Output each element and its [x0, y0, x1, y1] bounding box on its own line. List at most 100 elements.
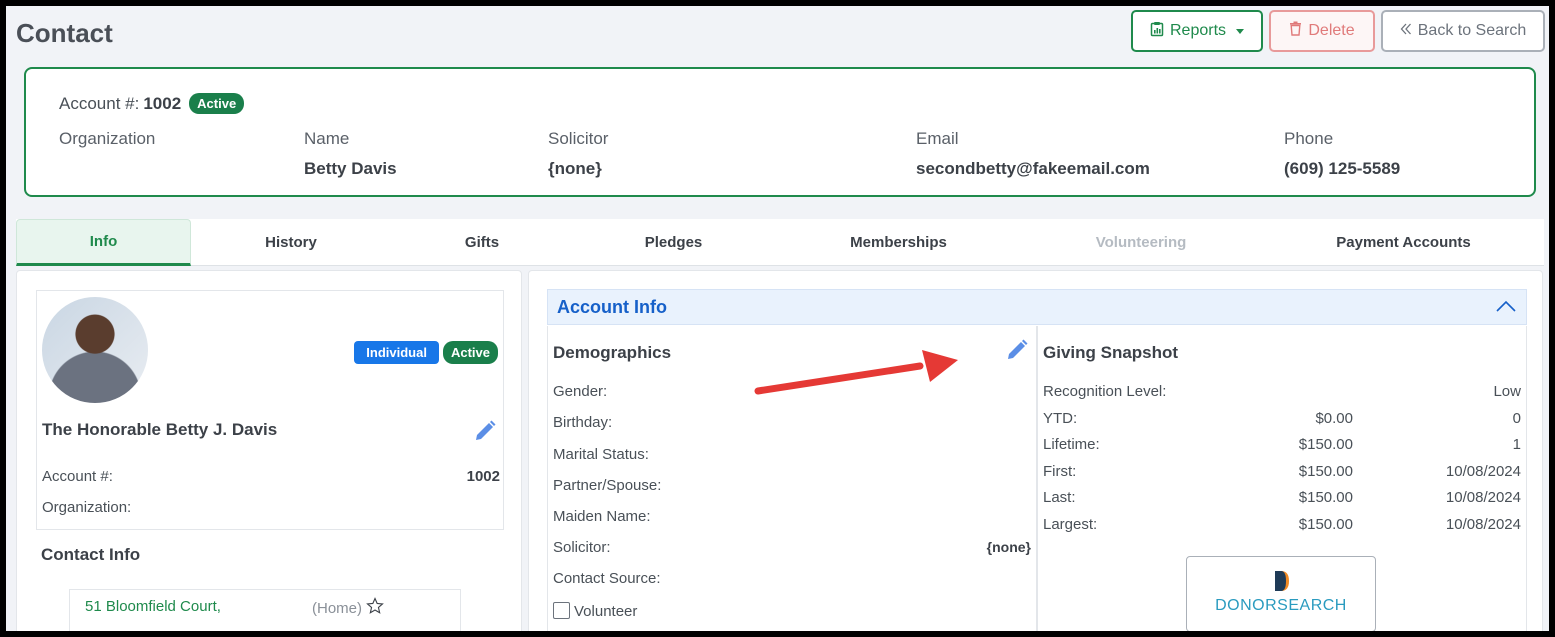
contact-source-label: Contact Source:: [553, 570, 661, 587]
giving-row: Last: $150.00 10/08/2024: [1043, 489, 1521, 506]
recognition-row: Recognition Level: Low: [1043, 383, 1521, 400]
donorsearch-button[interactable]: DONORSEARCH: [1186, 556, 1376, 631]
account-label: Account #:: [59, 93, 140, 113]
summary-phone: Phone (609) 125-5589: [1284, 129, 1400, 179]
giving-row-amount: $150.00: [1298, 489, 1353, 506]
reports-button[interactable]: Reports: [1131, 10, 1263, 52]
tab-volunteering: Volunteering: [1095, 234, 1187, 251]
tab-history[interactable]: History: [216, 219, 366, 266]
account-number: 1002: [143, 93, 182, 113]
solicitor-value: {none}: [548, 159, 602, 178]
giving-row-label: Largest:: [1043, 516, 1098, 533]
edit-demographics-pencil-icon[interactable]: [1005, 338, 1029, 362]
giving-snapshot-section: Giving Snapshot Recognition Level: Low Y…: [1037, 326, 1527, 631]
account-row: Account #: 1002: [42, 468, 500, 485]
giving-row-amount: $150.00: [1298, 516, 1353, 533]
gender-label: Gender:: [553, 383, 608, 400]
address-card: 51 Bloomfield Court, (Home): [69, 589, 461, 631]
trash-icon: [1289, 21, 1302, 41]
tab-payment-accounts[interactable]: Payment Accounts: [1316, 219, 1491, 266]
account-line: Account #: 1002 Active: [59, 93, 245, 114]
summary-email: Email secondbetty@fakeemail.com: [916, 129, 1150, 179]
app-window: Contact Reports Delete Back to Search Ac…: [6, 6, 1549, 631]
giving-snapshot-title: Giving Snapshot: [1043, 343, 1179, 362]
address-line[interactable]: 51 Bloomfield Court,: [85, 598, 221, 615]
solicitor-row: Solicitor: {none}: [553, 539, 1031, 556]
giving-row-label: Lifetime:: [1043, 436, 1100, 453]
tab-memberships[interactable]: Memberships: [816, 219, 981, 266]
solicitor-value: {none}: [986, 539, 1031, 555]
summary-name: Name Betty Davis: [304, 129, 397, 179]
phone-label: Phone: [1284, 129, 1334, 148]
delete-button[interactable]: Delete: [1269, 10, 1375, 52]
account-value: 1002: [466, 468, 500, 485]
birthday-label: Birthday:: [553, 414, 613, 431]
chevron-down-icon: [1236, 28, 1245, 34]
organization-row: Organization:: [42, 499, 500, 516]
clipboard-icon: [1150, 21, 1164, 42]
star-icon[interactable]: [366, 597, 384, 619]
header-actions: Reports Delete Back to Search: [1131, 10, 1545, 52]
tab-pledges[interactable]: Pledges: [606, 219, 741, 266]
giving-row-amount: $150.00: [1298, 463, 1353, 480]
account-label: Account #:: [42, 468, 113, 485]
partner-row: Partner/Spouse:: [553, 477, 1031, 494]
demographics-title: Demographics: [553, 343, 672, 362]
giving-row-extra: 10/08/2024: [1445, 516, 1521, 533]
giving-row-extra: 1: [1512, 436, 1521, 453]
organization-label: Organization: [59, 129, 156, 148]
organization-label: Organization:: [42, 499, 132, 516]
demographics-section: Demographics Gender: Birthday: Marital S…: [547, 326, 1037, 631]
maiden-name-label: Maiden Name:: [553, 508, 651, 525]
reports-label: Reports: [1169, 22, 1227, 39]
full-name: The Honorable Betty J. Davis: [42, 420, 278, 439]
account-info-title: Account Info: [557, 297, 667, 317]
address-type: (Home): [312, 597, 384, 619]
chevron-up-icon[interactable]: [1496, 299, 1516, 313]
contact-info-title: Contact Info: [41, 545, 141, 564]
giving-row-extra: 10/08/2024: [1445, 489, 1521, 506]
delete-label: Delete: [1308, 22, 1355, 39]
giving-row-label: Last:: [1043, 489, 1076, 506]
partner-label: Partner/Spouse:: [553, 477, 662, 494]
email-label: Email: [916, 129, 959, 148]
volunteer-label: Volunteer: [574, 603, 638, 620]
name-label: Name: [304, 129, 350, 148]
recognition-value: Low: [1493, 383, 1521, 400]
contact-summary-card: Account #: 1002 Active Organization Name…: [24, 67, 1536, 197]
address-type-label: (Home): [312, 599, 363, 617]
maiden-name-row: Maiden Name:: [553, 508, 1031, 525]
email-value[interactable]: secondbetty@fakeemail.com: [916, 159, 1150, 179]
tab-gifts[interactable]: Gifts: [416, 219, 548, 266]
volunteer-checkbox[interactable]: [553, 602, 570, 619]
summary-solicitor: Solicitor {none}: [548, 129, 608, 179]
donorsearch-label: DONORSEARCH: [1215, 597, 1347, 614]
contact-source-row: Contact Source:: [553, 570, 1031, 587]
profile-card: Individual Active The Honorable Betty J.…: [36, 290, 504, 530]
account-info-header[interactable]: Account Info: [547, 289, 1527, 325]
back-to-search-button[interactable]: Back to Search: [1381, 10, 1545, 52]
edit-profile-pencil-icon[interactable]: [473, 419, 497, 443]
giving-row-amount: $0.00: [1315, 410, 1353, 427]
giving-row: First: $150.00 10/08/2024: [1043, 463, 1521, 480]
account-info-panel: Account Info Demographics Gender: Birthd…: [528, 270, 1543, 631]
tab-bar: Info History Gifts Pledges Memberships V…: [16, 219, 1544, 266]
giving-row-label: First:: [1043, 463, 1077, 480]
tab-info[interactable]: Info: [16, 219, 191, 266]
page-title: Contact: [16, 18, 113, 48]
status-badge: Active: [189, 93, 245, 114]
solicitor-label: Solicitor: [548, 129, 609, 148]
type-badge: Individual: [354, 341, 439, 364]
donorsearch-logo-icon: [1275, 571, 1289, 591]
avatar: [42, 297, 148, 403]
volunteer-row: Volunteer: [553, 602, 1031, 620]
double-chevron-left-icon: [1400, 22, 1412, 40]
phone-value[interactable]: (609) 125-5589: [1284, 159, 1400, 179]
solicitor-label: Solicitor:: [553, 539, 611, 556]
recognition-label: Recognition Level:: [1043, 383, 1167, 400]
name-value: Betty Davis: [304, 159, 397, 178]
giving-row-label: YTD:: [1043, 410, 1078, 427]
giving-row-amount: $150.00: [1298, 436, 1353, 453]
profile-panel: Individual Active The Honorable Betty J.…: [16, 270, 522, 631]
birthday-row: Birthday:: [553, 414, 1031, 431]
